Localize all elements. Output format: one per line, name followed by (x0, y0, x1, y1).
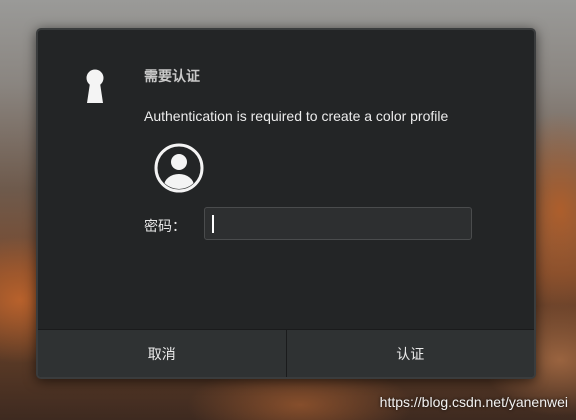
desktop-background: 需要认证 Authentication is required to creat… (0, 0, 576, 420)
text-caret (212, 215, 214, 233)
dialog-message: Authentication is required to create a c… (144, 108, 449, 124)
dialog-title: 需要认证 (144, 69, 200, 85)
authentication-dialog: 需要认证 Authentication is required to creat… (36, 28, 536, 379)
password-label: 密码： (144, 219, 186, 235)
authenticate-button[interactable]: 认证 (285, 330, 534, 377)
dialog-button-bar: 取消 认证 (38, 329, 534, 377)
password-input[interactable] (204, 207, 472, 240)
cancel-button[interactable]: 取消 (38, 330, 286, 377)
watermark-text: https://blog.csdn.net/yanenwei (379, 394, 568, 410)
user-avatar-icon (154, 143, 204, 193)
keyhole-lock-icon (86, 69, 104, 103)
